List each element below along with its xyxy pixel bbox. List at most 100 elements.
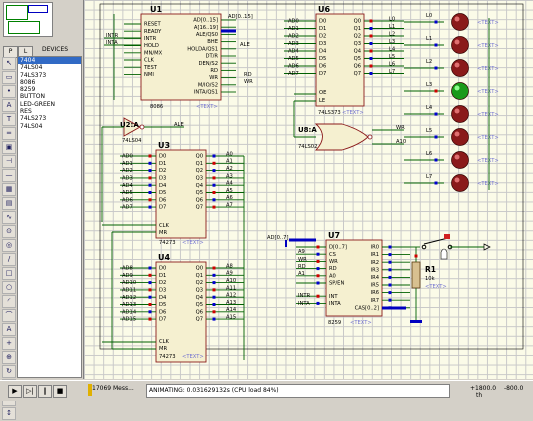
step-icon[interactable]: ▷| <box>23 385 37 398</box>
generator-icon[interactable]: ∿ <box>2 211 16 224</box>
u4-pin-label: D5 <box>159 302 166 308</box>
device-list-item[interactable]: LED-GREEN <box>18 101 81 108</box>
schematic[interactable]: U1RESETREADYINTRHOLDMN/MXCLKTESTNMIAD[0.… <box>84 0 533 379</box>
led-highlight <box>454 177 460 183</box>
device-list-item[interactable]: 7404 <box>18 57 81 65</box>
arc-icon[interactable]: ◜ <box>2 295 16 308</box>
u1-pin-label: HOLDA/QS1 <box>187 46 218 52</box>
pause-icon[interactable]: ‖ <box>38 385 52 398</box>
u2-ale-label: ALE <box>174 122 184 128</box>
meter-icon[interactable]: ◎ <box>2 239 16 252</box>
circle-icon[interactable]: ○ <box>2 281 16 294</box>
mirror-y-icon[interactable]: ↕ <box>2 407 16 420</box>
u1-pin-label: DT/R <box>205 54 218 60</box>
u3-in-label: AD0 <box>122 154 133 160</box>
led-label: L2 <box>426 59 432 65</box>
u6-in-label: AD1 <box>288 26 299 32</box>
u4-out-label: A9 <box>226 271 233 277</box>
u3-pin-label: D0 <box>159 154 166 160</box>
u1-pin-label: NMI <box>144 72 154 78</box>
device-list[interactable]: 7404 74LS04 74LS373 8086 8259 BUTTON LED-GREEN… <box>17 56 82 378</box>
device-list-item[interactable]: RES <box>18 108 81 115</box>
led-pin-state <box>434 43 438 47</box>
label-icon[interactable]: A <box>2 99 16 112</box>
stop-icon[interactable]: ■ <box>53 385 67 398</box>
u6-in-label: AD2 <box>288 34 299 40</box>
u3-pin-state <box>212 191 216 194</box>
led-label: L4 <box>426 105 433 111</box>
u4-out-label: A13 <box>226 300 236 306</box>
led-text-placeholder: <TEXT> <box>477 158 499 164</box>
line-icon[interactable]: / <box>2 253 16 266</box>
u6-pin-state <box>369 42 373 45</box>
path-icon[interactable]: ⌒ <box>2 309 16 322</box>
device-list-item[interactable]: 74LS273 <box>18 115 81 122</box>
component-icon[interactable]: ▭ <box>2 71 16 84</box>
arrow-icon[interactable]: ↖ <box>2 57 16 70</box>
u4-out-label: A14 <box>226 307 237 313</box>
box-icon[interactable]: □ <box>2 267 16 280</box>
probe-icon[interactable]: ⊙ <box>2 225 16 238</box>
u4-out-label: A15 <box>226 315 236 321</box>
u3-in-label: AD5 <box>122 190 133 196</box>
u1-pin-label: INTR <box>144 36 157 42</box>
tape-icon[interactable]: ▤ <box>2 197 16 210</box>
bus-icon[interactable]: ═ <box>2 127 16 140</box>
led-l0 <box>451 13 469 31</box>
u4-pin-state <box>212 281 216 285</box>
u7-net-a1: A1 <box>298 271 305 277</box>
led-pin-state <box>434 158 438 162</box>
led-highlight <box>454 108 460 114</box>
pin-icon[interactable]: — <box>2 169 16 182</box>
u6-pin-label: D1 <box>319 26 326 32</box>
u4-q-label: Q4 <box>196 295 204 301</box>
message-count[interactable]: 17069 Mess... <box>92 385 134 392</box>
u7-pin-state <box>316 281 320 285</box>
u6-out-label: Q7 <box>354 71 361 77</box>
animation-status: ANIMATING: 0.031629132s (CPU load 84%) <box>146 384 450 398</box>
device-list-item[interactable]: 74LS04 <box>18 123 81 130</box>
led-pin-state <box>434 89 438 93</box>
graph-icon[interactable]: ▦ <box>2 183 16 196</box>
rotate-cw-icon[interactable]: ↻ <box>2 365 16 378</box>
net-label-wr: WR <box>244 79 253 85</box>
led-l2 <box>451 59 469 77</box>
u4-pin-label: D4 <box>159 295 167 301</box>
u4-in-label: AD15 <box>122 317 136 323</box>
u1-ref: U1 <box>150 5 162 14</box>
coordinate-readout: +1800.0 -800.0 th <box>470 385 533 399</box>
device-list-item[interactable]: 8259 <box>18 86 81 93</box>
schematic-canvas[interactable]: U1 RESET READY INTR HOLD MN/MX CLK TEST NMI AD[0.… <box>84 0 533 379</box>
subcircuit-icon[interactable]: ▣ <box>2 141 16 154</box>
mode-toolbar: ↖▭•AT═▣⊣—▦▤∿⊙◎/□○◜⌒A+⊕↻↺↔↕ <box>1 56 16 421</box>
device-list-item[interactable]: BUTTON <box>18 93 81 100</box>
u7-pin-state <box>388 245 392 249</box>
symbol-icon[interactable]: + <box>2 337 16 350</box>
overview-window[interactable] <box>3 2 53 37</box>
u4-in-label: AD12 <box>122 295 136 301</box>
device-list-item[interactable]: 74LS373 <box>18 72 81 79</box>
led-highlight <box>454 154 460 160</box>
u7-pin-label: D[0..7] <box>329 245 347 251</box>
u7-pin-label: INT <box>329 294 338 300</box>
device-list-item[interactable]: 8086 <box>18 79 81 86</box>
terminal-icon[interactable]: ⊣ <box>2 155 16 168</box>
text-icon[interactable]: T <box>2 113 16 126</box>
u4-out-label: A8 <box>226 263 233 269</box>
u3-in-label: AD2 <box>122 168 133 174</box>
text2-icon[interactable]: A <box>2 323 16 336</box>
u6-net-label: L3 <box>389 39 395 45</box>
led-highlight <box>454 85 460 91</box>
u3-pin-state <box>212 183 216 187</box>
led-text-placeholder: <TEXT> <box>477 181 499 187</box>
play-icon[interactable]: ▶ <box>8 385 22 398</box>
r1-body <box>411 261 421 289</box>
led-l7 <box>451 174 469 192</box>
u4-q-label: Q7 <box>196 317 203 323</box>
junction-icon[interactable]: • <box>2 85 16 98</box>
u3-pin-label: D4 <box>159 183 167 189</box>
u4-pin-label: D6 <box>159 309 166 315</box>
u7-pin-label: IR2 <box>371 260 379 266</box>
device-list-item[interactable]: 74LS04 <box>18 64 81 71</box>
marker-icon[interactable]: ⊕ <box>2 351 16 364</box>
